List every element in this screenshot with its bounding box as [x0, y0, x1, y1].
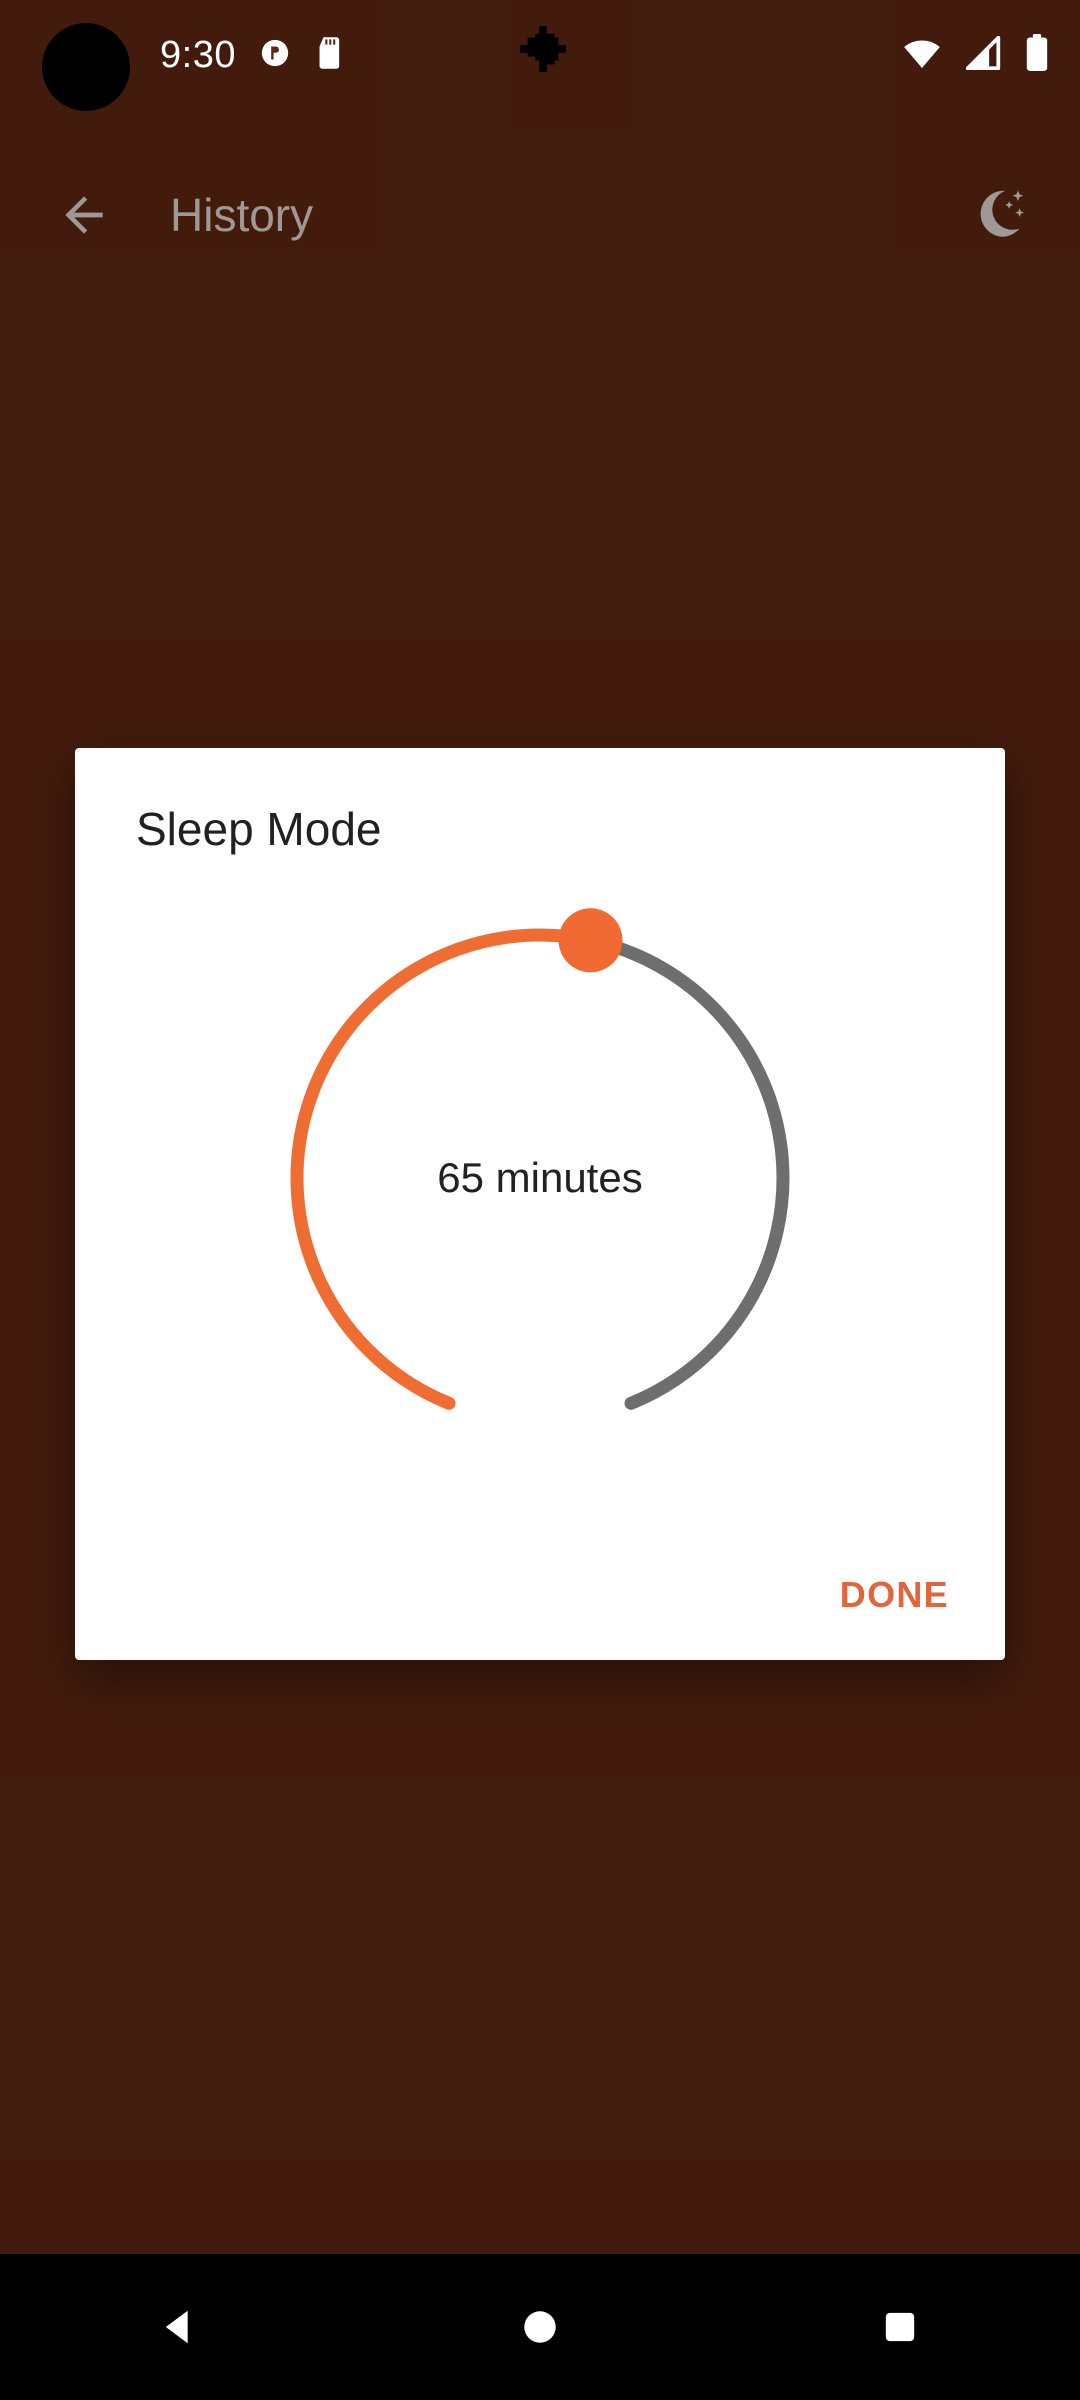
- dialog-actions: DONE: [804, 1552, 985, 1638]
- sleep-mode-dialog: Sleep Mode 65 minutes DONE: [75, 748, 1005, 1660]
- phone-screen: 9:30 History Sleep Mode 65 minutes DONE: [0, 0, 1080, 2400]
- camera-punch-hole: [42, 23, 130, 111]
- do-not-disturb-icon: [258, 36, 292, 75]
- status-bar-left: 9:30: [160, 0, 346, 110]
- nav-home-button[interactable]: [465, 2254, 615, 2400]
- dialog-title: Sleep Mode: [136, 803, 382, 855]
- circular-slider-graphic[interactable]: [260, 898, 820, 1458]
- slider-thumb[interactable]: [558, 908, 623, 973]
- cellular-signal-icon: [964, 35, 1002, 75]
- slider-progress-arc: [290, 928, 598, 1410]
- sd-card-icon: [314, 36, 346, 75]
- nav-home-circle-icon: [524, 2311, 556, 2343]
- status-bar-clock: 9:30: [160, 34, 236, 76]
- status-bar-right: [902, 0, 1050, 110]
- nav-back-triangle-icon: [165, 2310, 188, 2344]
- sleep-duration-circular-slider[interactable]: 65 minutes: [75, 898, 1005, 1458]
- battery-icon: [1024, 33, 1050, 77]
- nav-back-button[interactable]: [105, 2254, 255, 2400]
- done-button[interactable]: DONE: [804, 1552, 985, 1638]
- wifi-icon: [902, 36, 942, 75]
- nav-recents-square-icon: [885, 2312, 915, 2342]
- nav-recents-button[interactable]: [825, 2254, 975, 2400]
- navigation-bar: [0, 2254, 1080, 2400]
- status-bar-notch-artifact: [520, 26, 566, 72]
- slider-track-arc: [584, 933, 790, 1410]
